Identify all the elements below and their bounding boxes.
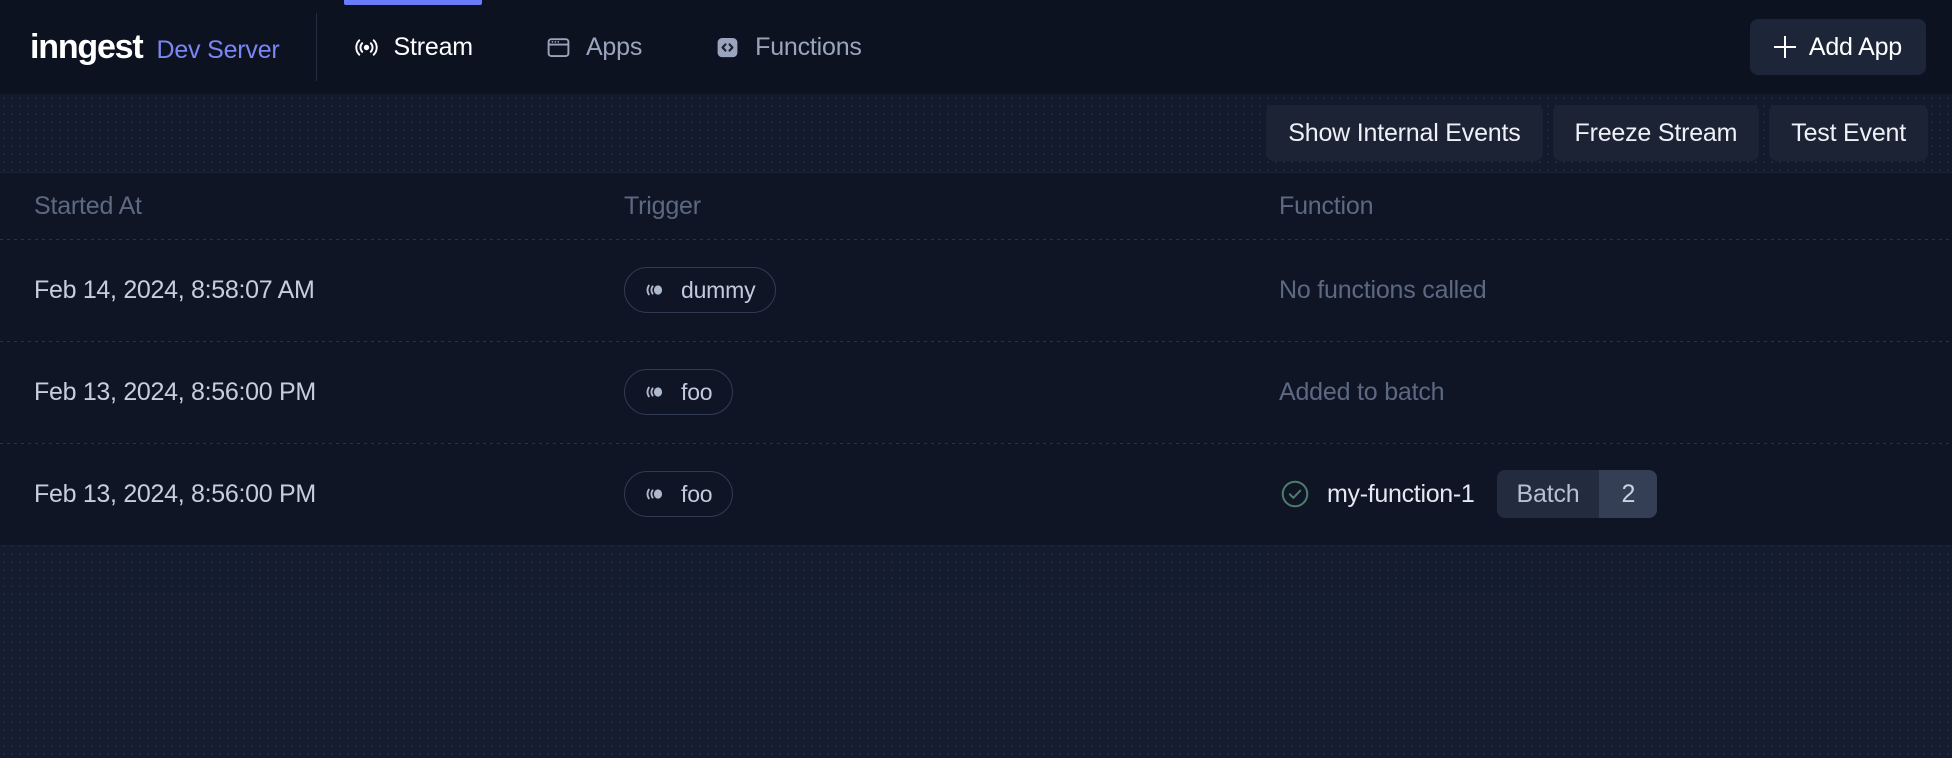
tab-functions[interactable]: Functions: [678, 0, 898, 94]
trigger-badge[interactable]: foo: [624, 471, 734, 517]
column-header-function: Function: [1279, 191, 1374, 220]
batch-count: 2: [1599, 470, 1658, 518]
timestamp-text: Feb 13, 2024, 8:56:00 PM: [34, 479, 316, 508]
page-body: Show Internal Events Freeze Stream Test …: [0, 94, 1952, 758]
dev-server-label: Dev Server: [156, 36, 280, 64]
broadcast-icon: [353, 34, 380, 61]
cell-trigger: foo: [624, 369, 1279, 415]
cell-started-at: Feb 14, 2024, 8:58:07 AM: [34, 276, 624, 305]
batch-label: Batch: [1496, 470, 1600, 518]
cell-function: No functions called: [1279, 276, 1918, 305]
tab-functions-label: Functions: [755, 32, 862, 61]
table-row[interactable]: Feb 14, 2024, 8:58:07 AM dummy No functi…: [0, 239, 1952, 341]
freeze-stream-button[interactable]: Freeze Stream: [1552, 105, 1760, 161]
trigger-label: foo: [681, 378, 713, 405]
cell-started-at: Feb 13, 2024, 8:56:00 PM: [34, 378, 624, 407]
trigger-badge[interactable]: dummy: [624, 267, 777, 313]
cell-trigger: dummy: [624, 267, 1279, 313]
trigger-badge[interactable]: foo: [624, 369, 734, 415]
app-root: inngest Dev Server Stream Apps Functions…: [0, 0, 1952, 758]
cell-started-at: Feb 13, 2024, 8:56:00 PM: [34, 480, 624, 509]
code-brackets-icon: [714, 34, 741, 61]
broadcast-icon: [643, 484, 667, 504]
tab-stream-label: Stream: [393, 32, 474, 61]
timestamp-text: Feb 13, 2024, 8:56:00 PM: [34, 377, 316, 406]
plus-icon: [1773, 36, 1796, 58]
top-header-bar: inngest Dev Server Stream Apps Functions…: [0, 0, 1952, 94]
broadcast-icon: [643, 280, 667, 300]
function-status-text: No functions called: [1279, 275, 1487, 304]
test-event-button[interactable]: Test Event: [1769, 105, 1928, 161]
timestamp-text: Feb 14, 2024, 8:58:07 AM: [34, 275, 315, 304]
function-status-text: Added to batch: [1279, 377, 1445, 406]
cell-function: Added to batch: [1279, 378, 1918, 407]
table-header-row: Started At Trigger Function: [0, 173, 1952, 239]
column-header-started-at: Started At: [34, 191, 142, 220]
cell-function: my-function-1 Batch 2: [1279, 470, 1918, 518]
cell-trigger: foo: [624, 471, 1279, 517]
tab-stream[interactable]: Stream: [317, 0, 509, 94]
stream-table: Started At Trigger Function Feb 14, 2024…: [0, 172, 1952, 546]
batch-badge[interactable]: Batch 2: [1496, 470, 1658, 518]
tab-apps[interactable]: Apps: [509, 0, 678, 94]
table-row[interactable]: Feb 13, 2024, 8:56:00 PM foo: [0, 443, 1952, 545]
check-circle-icon: [1279, 478, 1311, 510]
brand[interactable]: inngest Dev Server: [30, 0, 316, 94]
inngest-logo: inngest: [30, 28, 144, 66]
add-app-button[interactable]: Add App: [1749, 19, 1926, 75]
function-name: my-function-1: [1327, 479, 1475, 508]
trigger-label: foo: [681, 480, 713, 507]
stream-toolbar: Show Internal Events Freeze Stream Test …: [0, 94, 1952, 172]
tab-apps-label: Apps: [585, 32, 643, 61]
main-nav: Stream Apps Functions: [317, 0, 898, 94]
broadcast-icon: [643, 382, 667, 402]
window-icon: [545, 34, 572, 61]
add-app-label: Add App: [1808, 32, 1902, 61]
column-header-trigger: Trigger: [624, 191, 701, 220]
table-row[interactable]: Feb 13, 2024, 8:56:00 PM foo: [0, 341, 1952, 443]
show-internal-events-button[interactable]: Show Internal Events: [1266, 105, 1543, 161]
trigger-label: dummy: [681, 276, 756, 303]
